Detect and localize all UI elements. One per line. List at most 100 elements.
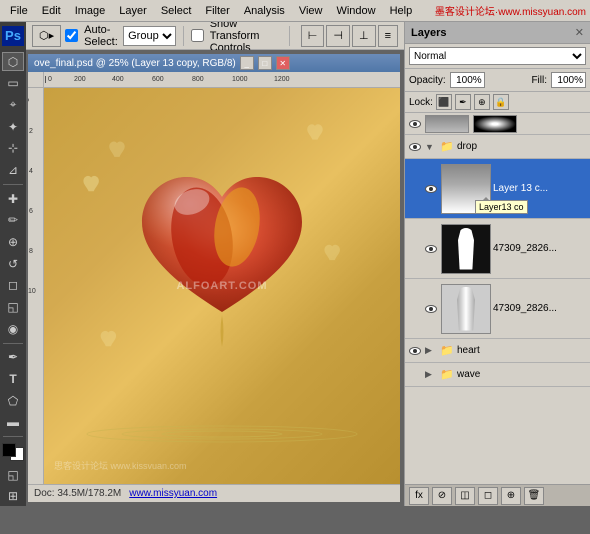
folder-icon-heart: 📁 xyxy=(439,343,455,359)
layer-visibility-47309-2[interactable] xyxy=(423,301,439,317)
expand-wave[interactable]: ▶ xyxy=(425,369,437,380)
clone-tool[interactable]: ⊕ xyxy=(2,232,24,252)
menu-item-view[interactable]: View xyxy=(293,3,329,19)
layer-visibility-top[interactable] xyxy=(407,116,423,132)
canvas-body: 0 2 4 6 8 10 xyxy=(28,88,400,484)
fill-input[interactable] xyxy=(551,72,586,88)
doc-minimize-btn[interactable]: _ xyxy=(240,56,254,70)
layer-row-wave[interactable]: ▶ 📁 wave xyxy=(405,363,590,387)
layer-row-47309-1[interactable]: 47309_2826... xyxy=(405,219,590,279)
layer-thumb-47309-2 xyxy=(441,284,491,334)
layer-row-47309-2[interactable]: 47309_2826... xyxy=(405,279,590,339)
layer-visibility-13[interactable] xyxy=(423,181,439,197)
ruler-v-mark-2: 2 xyxy=(29,128,33,135)
layer-row-drop[interactable]: ▼ 📁 drop xyxy=(405,135,590,159)
move-tool[interactable]: ⬡ xyxy=(2,52,24,72)
eyedropper-tool[interactable]: ⊿ xyxy=(2,160,24,180)
lock-move-btn[interactable]: ⊕ xyxy=(474,94,490,110)
lock-all-btn[interactable]: 🔒 xyxy=(493,94,509,110)
transform-checkbox[interactable] xyxy=(191,29,204,42)
ruler-v-marks: 0 2 4 6 8 10 xyxy=(28,88,43,484)
water-ripple xyxy=(82,414,362,454)
healing-tool[interactable]: ✚ xyxy=(2,189,24,209)
thumb-top-dark xyxy=(474,116,516,132)
lock-pixels-btn[interactable]: ⬛ xyxy=(436,94,452,110)
menu-item-layer[interactable]: Layer xyxy=(113,3,153,19)
foreground-color[interactable] xyxy=(2,443,16,457)
history-brush[interactable]: ↺ xyxy=(2,254,24,274)
layer-row-13[interactable]: Layer 13 c... Layer13 co xyxy=(405,159,590,219)
menu-item-help[interactable]: Help xyxy=(384,3,419,19)
move-icon-btn[interactable]: ⬡▸ xyxy=(32,25,61,47)
heart-shape-svg xyxy=(122,147,322,347)
quick-mask[interactable]: ◱ xyxy=(2,465,24,485)
layer-fx-btn[interactable]: fx xyxy=(409,487,429,505)
layers-mode-select[interactable]: Normal Multiply Screen Overlay xyxy=(409,47,586,65)
doc-close-btn[interactable]: ✕ xyxy=(276,56,290,70)
menu-item-filter[interactable]: Filter xyxy=(199,3,235,19)
screen-mode[interactable]: ⊞ xyxy=(2,486,24,506)
pen-tool[interactable]: ✒ xyxy=(2,347,24,367)
align-buttons: ⊢ ⊣ ⊥ ≡ xyxy=(301,25,398,47)
layer-group-btn[interactable]: ◻ xyxy=(478,487,498,505)
path-tool[interactable]: ⬠ xyxy=(2,391,24,411)
menu-item-analysis[interactable]: Analysis xyxy=(238,3,291,19)
menu-bar: File Edit Image Layer Select Filter Anal… xyxy=(0,0,590,22)
layer-name-drop: drop xyxy=(457,141,588,152)
color-swatches[interactable] xyxy=(2,443,24,461)
auto-select-checkbox[interactable] xyxy=(65,29,78,42)
ruler-mark-0: 0 xyxy=(45,76,52,83)
vase-shape-dark xyxy=(458,228,474,270)
lasso-tool[interactable]: ⌖ xyxy=(2,95,24,115)
crop-tool[interactable]: ⊹ xyxy=(2,138,24,158)
site-watermark: 墨客设计论坛·www.missyuan.com xyxy=(435,3,586,18)
layer-info-wave: wave xyxy=(457,369,588,380)
expand-drop[interactable]: ▼ xyxy=(425,142,437,152)
text-tool[interactable]: T xyxy=(2,369,24,389)
layer-visibility-wave[interactable] xyxy=(407,367,423,383)
layer-13-tooltip: Layer13 co xyxy=(475,200,528,214)
status-link[interactable]: www.missyuan.com xyxy=(129,488,217,499)
shape-tool[interactable]: ▬ xyxy=(2,412,24,432)
layer-mask-btn[interactable]: ⊘ xyxy=(432,487,452,505)
layers-lock-row: Lock: ⬛ ✒ ⊕ 🔒 xyxy=(405,92,590,113)
gradient-tool[interactable]: ◱ xyxy=(2,297,24,317)
fill-label: Fill: xyxy=(531,75,547,86)
layer-info-13: Layer 13 c... xyxy=(493,183,588,194)
layer-adjustment-btn[interactable]: ◫ xyxy=(455,487,475,505)
layers-mode-row: Normal Multiply Screen Overlay xyxy=(405,44,590,69)
layer-row-heart[interactable]: ▶ 📁 heart xyxy=(405,339,590,363)
doc-maximize-btn[interactable]: □ xyxy=(258,56,272,70)
menu-item-select[interactable]: Select xyxy=(155,3,198,19)
layer-row-top[interactable] xyxy=(405,113,590,135)
align-center-btn[interactable]: ⊣ xyxy=(326,25,350,47)
layer-thumb-top-2 xyxy=(473,115,517,133)
expand-heart[interactable]: ▶ xyxy=(425,345,437,356)
menu-item-window[interactable]: Window xyxy=(330,3,381,19)
folder-icon-wave: 📁 xyxy=(439,367,455,383)
menu-item-file[interactable]: File xyxy=(4,3,34,19)
quick-select-tool[interactable]: ✦ xyxy=(2,117,24,137)
align-bottom-btn[interactable]: ⊥ xyxy=(352,25,376,47)
layers-list: ▼ 📁 drop Layer 13 c... Layer13 co xyxy=(405,113,590,484)
brush-tool[interactable]: ✏ xyxy=(2,210,24,230)
watermark-alfoart: ALFOART.COM xyxy=(176,280,267,292)
marquee-tool[interactable]: ▭ xyxy=(2,73,24,93)
lock-position-btn[interactable]: ✒ xyxy=(455,94,471,110)
align-left-btn[interactable]: ⊢ xyxy=(301,25,325,47)
menu-item-edit[interactable]: Edit xyxy=(36,3,67,19)
menu-item-image[interactable]: Image xyxy=(69,3,112,19)
layer-new-btn[interactable]: ⊕ xyxy=(501,487,521,505)
layer-visibility-heart[interactable] xyxy=(407,343,423,359)
distribute-btn[interactable]: ≡ xyxy=(378,25,398,47)
layers-panel-close[interactable]: ✕ xyxy=(575,26,584,39)
dodge-tool[interactable]: ◉ xyxy=(2,319,24,339)
toolbar-sep-1 xyxy=(183,26,184,46)
layer-visibility-47309-1[interactable] xyxy=(423,241,439,257)
auto-select-dropdown[interactable]: Group Layer xyxy=(123,26,176,46)
layer-visibility-drop[interactable] xyxy=(407,139,423,155)
layer-delete-btn[interactable]: 🗑 xyxy=(524,487,544,505)
eraser-tool[interactable]: ◻ xyxy=(2,275,24,295)
layer-name-13: Layer 13 c... xyxy=(493,183,588,194)
opacity-input[interactable] xyxy=(450,72,485,88)
